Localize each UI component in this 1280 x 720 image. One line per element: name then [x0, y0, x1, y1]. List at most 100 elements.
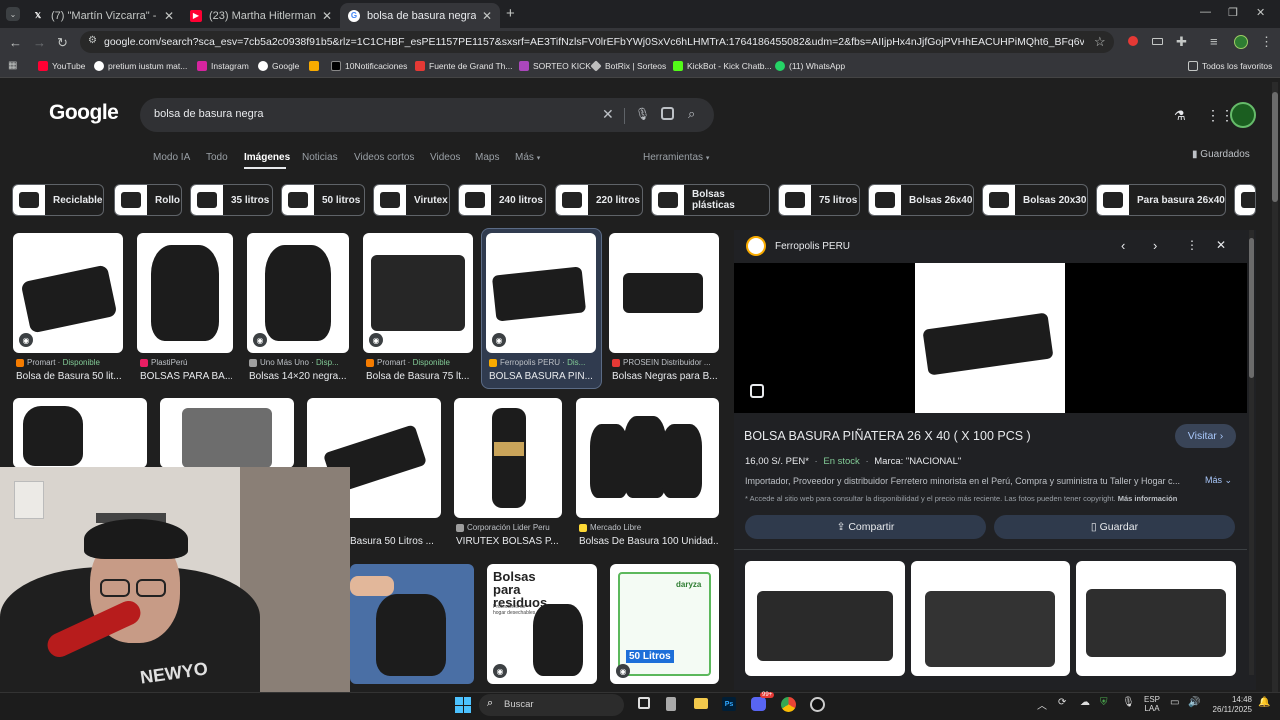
- all-favorites[interactable]: Todos los favoritos: [1188, 61, 1272, 71]
- lens-icon[interactable]: [661, 107, 674, 120]
- nav-noticias[interactable]: Noticias: [302, 152, 338, 163]
- image-result[interactable]: [454, 398, 562, 518]
- new-tab-button[interactable]: +: [506, 5, 515, 22]
- bookmark-star-icon[interactable]: ☆: [1094, 34, 1106, 50]
- chip-50-litros[interactable]: 50 litros: [281, 184, 365, 216]
- forward-icon[interactable]: →: [33, 35, 46, 50]
- image-result[interactable]: [13, 398, 147, 468]
- extension-card-icon[interactable]: [1152, 38, 1163, 45]
- lens-icon[interactable]: ◉: [19, 333, 33, 347]
- clock[interactable]: 14:48 26/11/2025: [1208, 695, 1252, 715]
- bookmark-botrix[interactable]: BotRix | Sorteos: [590, 60, 666, 72]
- discord-icon[interactable]: [751, 697, 766, 711]
- lens-icon[interactable]: ◉: [493, 664, 507, 678]
- more-description-button[interactable]: Más ⌄: [1205, 475, 1232, 486]
- image-result[interactable]: [160, 398, 294, 468]
- panel-site-name[interactable]: Ferropolis PERU: [775, 241, 850, 252]
- chip-bolsas-20x30[interactable]: Bolsas 20x30: [982, 184, 1088, 216]
- image-result-selected[interactable]: ◉: [486, 233, 596, 353]
- chip-bolsas-plasticas[interactable]: Bolsas plásticas: [651, 184, 770, 216]
- nav-maps[interactable]: Maps: [475, 152, 499, 163]
- tray-sync-icon[interactable]: ⟳: [1058, 697, 1066, 708]
- close-icon[interactable]: ✕: [164, 9, 174, 23]
- volume-icon[interactable]: 🔊: [1188, 697, 1200, 708]
- visit-button[interactable]: Visitar ›: [1175, 424, 1236, 448]
- bookmark-gta-font[interactable]: Fuente de Grand Th...: [415, 61, 512, 71]
- more-options-icon[interactable]: ⋮: [1186, 238, 1198, 252]
- minimize-icon[interactable]: —: [1200, 6, 1211, 18]
- save-button[interactable]: ▯ Guardar: [994, 515, 1235, 539]
- share-button[interactable]: ⇪ Compartir: [745, 515, 986, 539]
- bookmark-pinwheel[interactable]: [309, 61, 323, 71]
- result-caption[interactable]: Bolsas 14×20 negra...: [249, 371, 349, 382]
- chip-next[interactable]: [1234, 184, 1256, 216]
- image-result[interactable]: ◉: [363, 233, 473, 353]
- nav-videos[interactable]: Videos: [430, 152, 460, 163]
- restore-icon[interactable]: ❐: [1228, 6, 1238, 19]
- extensions-puzzle-icon[interactable]: ✚: [1176, 34, 1187, 50]
- bookmark-instagram[interactable]: Instagram: [197, 61, 249, 71]
- network-icon[interactable]: ▭: [1170, 697, 1179, 708]
- previous-icon[interactable]: ‹: [1121, 238, 1125, 253]
- back-icon[interactable]: ←: [9, 35, 22, 50]
- bookmark-youtube[interactable]: YouTube: [38, 61, 85, 71]
- bookmark-sorteo-kick[interactable]: SORTEO KICK: [519, 61, 591, 71]
- close-icon[interactable]: ✕: [482, 9, 492, 23]
- bookmark-google[interactable]: Google: [258, 61, 299, 71]
- close-icon[interactable]: ✕: [322, 9, 332, 23]
- reading-list-icon[interactable]: ≡: [1210, 34, 1218, 49]
- chip-reciclable[interactable]: Reciclable: [12, 184, 104, 216]
- tab-search-chevron-icon[interactable]: ⌄: [6, 7, 20, 21]
- tray-chevron-icon[interactable]: ︿: [1037, 697, 1047, 712]
- window-close-icon[interactable]: ✕: [1256, 6, 1265, 19]
- result-source[interactable]: PROSEIN Distribuidor ...: [612, 358, 711, 367]
- result-caption[interactable]: Basura 50 Litros ...: [350, 536, 440, 547]
- result-source[interactable]: Uno Más Uno · Disp...: [249, 358, 339, 367]
- nav-videos-cortos[interactable]: Videos cortos: [354, 152, 414, 163]
- lens-icon[interactable]: ◉: [253, 333, 267, 347]
- result-source[interactable]: Mercado Libre: [579, 523, 641, 532]
- result-source[interactable]: Promart · Disponible: [16, 358, 100, 367]
- site-info-icon[interactable]: ⚙: [88, 35, 97, 46]
- result-source[interactable]: PlastiPerú: [140, 358, 187, 367]
- profile-avatar[interactable]: [1234, 35, 1248, 49]
- result-source[interactable]: Corporación Lider Peru: [456, 523, 550, 532]
- language-indicator[interactable]: ESP LAA: [1144, 695, 1160, 713]
- image-result[interactable]: Bolsas para residuos Protectores de hoga…: [487, 564, 597, 684]
- tab-youtube[interactable]: ▶ (23) Martha Hitlerman: animales ✕: [182, 3, 340, 28]
- chip-bolsas-26x40[interactable]: Bolsas 26x40: [868, 184, 974, 216]
- product-title[interactable]: BOLSA BASURA PIÑATERA 26 X 40 ( X 100 PC…: [744, 429, 1164, 443]
- nav-mas[interactable]: Más ▾: [515, 152, 540, 163]
- related-image[interactable]: [911, 561, 1070, 676]
- notifications-icon[interactable]: 🔔: [1258, 697, 1270, 708]
- lens-icon[interactable]: ◉: [369, 333, 383, 347]
- nav-todo[interactable]: Todo: [206, 152, 228, 163]
- result-caption[interactable]: Bolsas De Basura 100 Unidad...: [579, 536, 719, 547]
- tools-button[interactable]: Herramientas ▾: [643, 152, 709, 163]
- photoshop-icon[interactable]: Ps: [722, 697, 736, 711]
- file-explorer-icon[interactable]: [694, 698, 708, 709]
- nav-modo-ia[interactable]: Modo IA: [153, 152, 190, 163]
- image-result[interactable]: ◉: [13, 233, 123, 353]
- nav-imagenes[interactable]: Imágenes: [244, 152, 290, 163]
- labs-flask-icon[interactable]: ⚗: [1174, 108, 1186, 124]
- page-scrollbar[interactable]: [1272, 82, 1278, 692]
- extension-record-icon[interactable]: [1128, 36, 1138, 46]
- bookmark-notifications[interactable]: 10Notificaciones: [331, 61, 407, 71]
- related-image[interactable]: [1076, 561, 1236, 676]
- search-icon[interactable]: ⌕: [688, 106, 695, 122]
- clear-search-icon[interactable]: ✕: [602, 106, 614, 123]
- image-result[interactable]: ◉: [247, 233, 349, 353]
- result-caption[interactable]: VIRUTEX BOLSAS P...: [456, 536, 560, 547]
- task-view-icon[interactable]: [638, 697, 650, 709]
- image-result[interactable]: [576, 398, 719, 518]
- preview-image[interactable]: [915, 263, 1065, 413]
- related-image[interactable]: [745, 561, 905, 676]
- result-caption[interactable]: BOLSA BASURA PIÑ...: [489, 371, 595, 382]
- close-panel-icon[interactable]: ✕: [1216, 238, 1226, 252]
- bookmark-whatsapp[interactable]: (11) WhatsApp: [775, 61, 845, 71]
- result-caption[interactable]: Bolsas Negras para B...: [612, 371, 718, 382]
- chrome-icon[interactable]: [781, 697, 796, 712]
- image-result[interactable]: [350, 564, 474, 684]
- chip-220-litros[interactable]: 220 litros: [555, 184, 643, 216]
